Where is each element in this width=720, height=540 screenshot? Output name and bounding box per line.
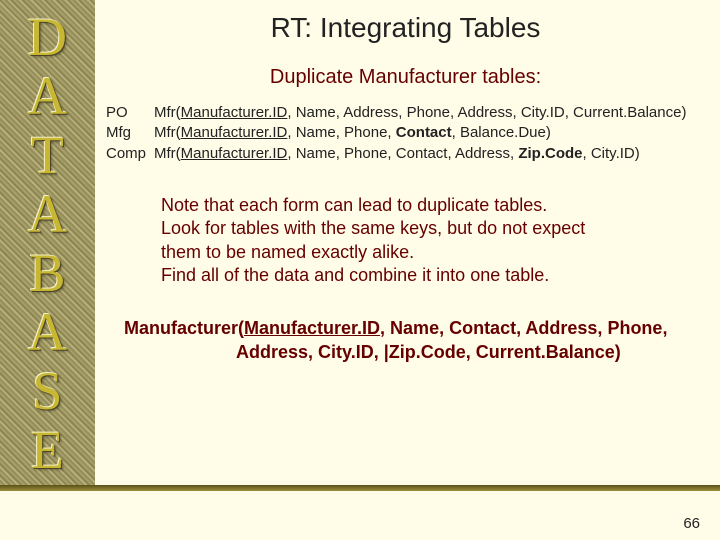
schema-prefix: Mfg [106,123,154,143]
sidebar-letter: D [28,8,67,67]
result-line: Manufacturer(Manufacturer.ID, Name, Cont… [124,317,705,340]
schema-row: POMfr(Manufacturer.ID, Name, Address, Ph… [106,103,705,123]
schema-rest: , City.ID) [583,145,640,162]
schema-prefix: PO [106,103,154,123]
slide-subtitle: Duplicate Manufacturer tables: [106,66,705,89]
schema-bold: Zip.Code [518,145,582,162]
note-line: Find all of the data and combine it into… [161,264,661,287]
sidebar-letter: A [28,303,67,362]
schema-fn: Mfr( [154,124,181,141]
note-line: Look for tables with the same keys, but … [161,217,661,240]
schema-row: MfgMfr(Manufacturer.ID, Name, Phone, Con… [106,123,705,143]
schema-rest: , Name, Address, Phone, Address, City.ID… [287,104,686,121]
content-area: RT: Integrating Tables Duplicate Manufac… [100,0,715,540]
schema-key: Manufacturer.ID [181,145,288,162]
note-line: them to be named exactly alike. [161,241,661,264]
schema-row: CompMfr(Manufacturer.ID, Name, Phone, Co… [106,144,705,164]
result-line: Address, City.ID, |Zip.Code, Current.Bal… [124,341,705,364]
sidebar-letter: A [28,185,67,244]
result-text: Manufacturer( [124,318,244,338]
result-block: Manufacturer(Manufacturer.ID, Name, Cont… [124,317,705,364]
note-line: Note that each form can lead to duplicat… [161,194,661,217]
schema-fn: Mfr( [154,145,181,162]
schema-block: POMfr(Manufacturer.ID, Name, Address, Ph… [106,103,705,164]
page-number: 66 [683,515,700,532]
sidebar-letter: B [29,244,65,303]
schema-rest: , Balance.Due) [452,124,551,141]
result-text: Address, City.ID, |Zip.Code, Current.Bal… [124,341,621,364]
note-block: Note that each form can lead to duplicat… [161,194,661,288]
schema-key: Manufacturer.ID [181,104,288,121]
sidebar-database-letters: D A T A B A S E [0,0,95,485]
schema-rest: , Name, Phone, [287,124,395,141]
sidebar-letter: S [32,362,62,421]
schema-rest: , Name, Phone, Contact, Address, [287,145,518,162]
schema-bold: Contact [396,124,452,141]
schema-key: Manufacturer.ID [181,124,288,141]
sidebar-letter: A [28,67,67,126]
result-text: , Name, Contact, Address, Phone, [380,318,667,338]
schema-fn: Mfr( [154,104,181,121]
sidebar-letter: T [31,126,64,185]
slide-title: RT: Integrating Tables [106,12,705,44]
result-key: Manufacturer.ID [244,318,380,338]
schema-prefix: Comp [106,144,154,164]
slide: D A T A B A S E RT: Integrating Tables D… [0,0,720,540]
sidebar-letter: E [31,421,64,480]
